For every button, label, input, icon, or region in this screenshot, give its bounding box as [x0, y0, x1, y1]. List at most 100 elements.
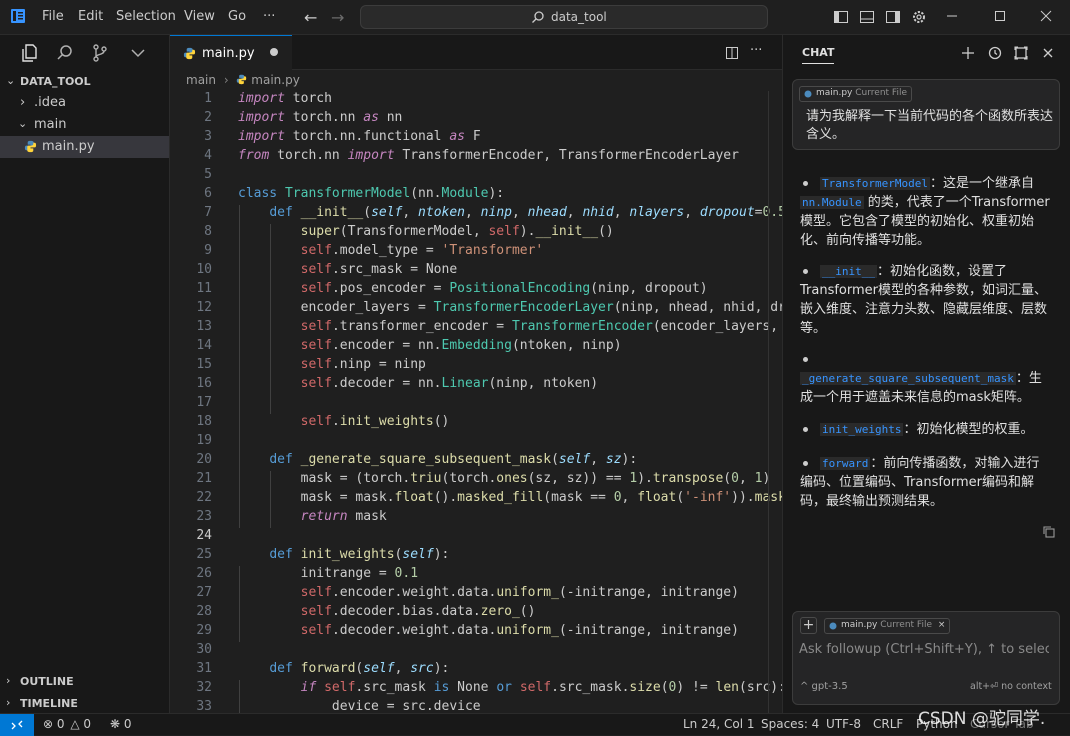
python-file-icon [24, 140, 37, 153]
code-line: 10 self.src_mask = None [196, 262, 458, 277]
code-line: 12 encoder_layers = TransformerEncoderLa… [196, 300, 782, 315]
response-text: ：初始化模型的权重。 [903, 422, 1034, 437]
code-line: 2 import torch.nn as nn [204, 110, 403, 125]
chip-sub: Current File [855, 88, 907, 98]
gear-icon[interactable] [911, 9, 927, 25]
end-of-line[interactable]: CRLF [873, 717, 903, 731]
problems-indicator[interactable]: ⊗ 0 △ 0 [43, 717, 91, 731]
response-item: _generate_square_subsequent_mask ：生成一个用于遮… [800, 369, 1052, 407]
split-editor-icon[interactable] [724, 45, 740, 61]
more-actions-icon[interactable]: ··· [750, 43, 762, 58]
code-line: 30 [196, 642, 212, 657]
code-line: 23 return mask [196, 509, 387, 524]
tree-item-main-folder[interactable]: ⌄ main [0, 114, 169, 136]
explorer-icon[interactable] [20, 43, 40, 63]
explorer-workspace-title[interactable]: DATA_TOOL [20, 75, 91, 88]
code-line: 31 def forward(self, src): [196, 661, 450, 676]
cursor-position[interactable]: Ln 24, Col 1 [683, 717, 755, 731]
menu-file[interactable]: File [42, 9, 64, 24]
code-line: 4 from torch.nn import TransformerEncoder… [204, 148, 739, 163]
bullet [803, 357, 808, 362]
chevron-down-icon: ⌄ [18, 117, 28, 130]
tree-item-idea[interactable]: › .idea [0, 92, 169, 114]
code-line: 16 self.decoder = nn.Linear(ninp, ntoken… [196, 376, 599, 391]
chevron-right-icon: › [223, 73, 229, 87]
model-selector[interactable]: ^ gpt-3.5 [800, 681, 848, 692]
code-line: 21 mask = (torch.triu(torch.ones(sz, sz)… [196, 471, 771, 486]
tree-item-label: .idea [34, 95, 66, 110]
code-line: 17 [196, 395, 212, 410]
search-sidebar-icon[interactable] [55, 43, 75, 63]
indentation[interactable]: Spaces: 4 [761, 717, 819, 731]
unsaved-dot-icon[interactable] [270, 48, 278, 56]
minimize-icon[interactable] [944, 8, 960, 24]
code-line: 22 mask = mask.float().masked_fill(mask … [196, 490, 782, 505]
new-chat-plus-icon[interactable] [960, 45, 976, 61]
forward-arrow-icon[interactable]: → [331, 8, 344, 27]
maximize-icon[interactable] [992, 8, 1008, 24]
context-file-chip[interactable]: main.py Current File [799, 86, 912, 102]
remote-icon [11, 720, 23, 730]
menu-selection[interactable]: Selection [116, 9, 176, 24]
outline-title: OUTLINE [20, 675, 74, 688]
code-line: 1 import torch [204, 91, 332, 106]
copy-icon[interactable] [1042, 525, 1056, 539]
code-editor[interactable]: 1 import torch 2 import torch.nn as nn 3 im… [170, 91, 782, 713]
code-line: 19 [196, 433, 212, 448]
no-context-hint[interactable]: alt+⏎ no context [970, 681, 1052, 692]
menu-view[interactable]: View [184, 9, 215, 24]
maximize-panel-icon[interactable] [1013, 45, 1029, 61]
python-file-icon [236, 74, 247, 85]
response-item: TransformerModel ：这是一个继承自 nn.Module 的类，代表… [800, 174, 1052, 250]
code-line: 25 def init_weights(self): [196, 547, 450, 562]
back-arrow-icon[interactable]: ← [304, 8, 317, 27]
tree-item-label: main [34, 117, 67, 132]
code-line: 20 def _generate_square_subsequent_mask(… [196, 452, 638, 467]
breadcrumb-file[interactable]: main.py [251, 73, 300, 87]
chevron-down-icon[interactable] [128, 43, 148, 63]
code-line: 7 def __init__(self, ntoken, ninp, nhead… [204, 205, 782, 220]
menu-edit[interactable]: Edit [78, 9, 103, 24]
code-line: 9 self.model_type = 'Transformer' [204, 243, 544, 258]
chip-file: main.py [841, 620, 878, 630]
command-center-search[interactable]: data_tool [360, 5, 768, 29]
context-file-chip[interactable]: main.py Current File × [824, 618, 951, 634]
toggle-secondary-sidebar-icon[interactable] [885, 9, 901, 25]
breadcrumb: main › main.py [186, 73, 300, 87]
outline-panel-header[interactable]: › OUTLINE [0, 670, 169, 692]
workspace-chevron-icon[interactable]: ⌄ [6, 74, 15, 87]
breadcrumb-folder[interactable]: main [186, 73, 216, 87]
inline-code: _generate_square_subsequent_mask [800, 372, 1016, 385]
chat-tab-title[interactable]: CHAT [802, 46, 835, 64]
tree-item-main-py[interactable]: main.py [0, 136, 169, 158]
python-file-icon [804, 90, 812, 98]
editor-tab-bar: main.py ··· [170, 35, 782, 70]
code-line: 5 [204, 167, 212, 182]
toggle-primary-sidebar-icon[interactable] [833, 9, 849, 25]
app-logo-icon [11, 9, 25, 23]
ports-count: 0 [123, 717, 132, 731]
chat-followup-input[interactable] [799, 642, 1049, 657]
close-panel-icon[interactable] [1040, 45, 1056, 61]
remote-indicator[interactable] [0, 714, 34, 736]
menu-go[interactable]: Go [228, 9, 246, 24]
source-control-icon[interactable] [90, 43, 110, 63]
error-count: 0 [56, 717, 65, 731]
toggle-panel-icon[interactable] [859, 9, 875, 25]
history-icon[interactable] [987, 45, 1003, 61]
code-line: 15 self.ninp = ninp [196, 357, 426, 372]
add-context-button[interactable]: + [800, 617, 817, 634]
chip-close-icon[interactable]: × [938, 620, 946, 630]
status-bar: ⊗ 0 △ 0 ❋ 0 Ln 24, Col 1 Spaces: 4 UTF-8… [0, 713, 1070, 736]
chevron-right-icon: › [6, 674, 11, 687]
tab-main-py[interactable]: main.py [170, 35, 292, 70]
code-line-current: 24 [196, 528, 212, 543]
code-line: 33 device = src.device [196, 699, 481, 713]
encoding[interactable]: UTF-8 [826, 717, 861, 731]
ports-indicator[interactable]: ❋ 0 [110, 717, 132, 731]
timeline-panel-header[interactable]: › TIMELINE [0, 692, 169, 714]
close-icon[interactable] [1038, 8, 1054, 24]
code-line: 32 if self.src_mask is None or self.src_… [196, 680, 782, 695]
menu-more[interactable]: ··· [263, 9, 275, 24]
code-line: 27 self.encoder.weight.data.uniform_(-in… [196, 585, 739, 600]
